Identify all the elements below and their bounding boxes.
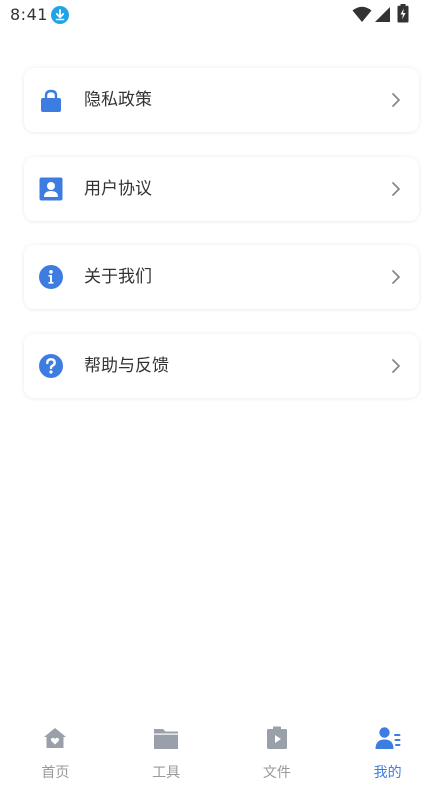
chevron-right-icon: [392, 358, 400, 373]
nav-label: 工具: [152, 765, 181, 781]
status-time: 8:41: [10, 5, 48, 24]
chevron-right-icon: [392, 93, 400, 107]
menu-item-privacy-policy[interactable]: 隐私政策: [24, 68, 419, 132]
bottom-nav: 首页 工具 文件 我的: [0, 718, 443, 788]
nav-label: 文件: [262, 765, 291, 781]
menu-item-about-us[interactable]: 关于我们: [24, 245, 419, 309]
nav-item-home[interactable]: 首页: [0, 718, 111, 788]
nav-label: 首页: [41, 765, 70, 781]
profile-icon: [375, 727, 401, 749]
file-icon: [266, 726, 287, 749]
nav-label: 我的: [373, 765, 402, 781]
menu-item-user-agreement[interactable]: 用户协议: [24, 156, 419, 221]
lock-icon: [41, 89, 61, 112]
wifi-icon: [352, 6, 372, 22]
menu-item-help-feedback[interactable]: 帮助与反馈: [24, 333, 419, 398]
menu-item-label: 隐私政策: [84, 90, 152, 110]
info-icon: [39, 265, 63, 289]
home-icon: [44, 728, 67, 748]
battery-icon: [397, 4, 409, 23]
nav-item-profile[interactable]: 我的: [332, 718, 443, 788]
download-icon: [51, 6, 69, 24]
chevron-right-icon: [392, 270, 400, 284]
chevron-right-icon: [392, 181, 400, 196]
menu-item-label: 关于我们: [84, 267, 152, 287]
nav-item-tools[interactable]: 工具: [111, 718, 222, 788]
menu-item-label: 用户协议: [84, 178, 152, 199]
user-card-icon: [39, 177, 63, 200]
help-icon: [39, 353, 63, 378]
status-bar: 8:41: [0, 0, 443, 30]
menu-item-label: 帮助与反馈: [84, 355, 169, 376]
settings-menu: 隐私政策 用户协议 关于我们 帮助与反馈: [24, 68, 419, 422]
signal-icon: [375, 7, 390, 22]
nav-item-files[interactable]: 文件: [222, 718, 333, 788]
folder-icon: [154, 729, 179, 749]
